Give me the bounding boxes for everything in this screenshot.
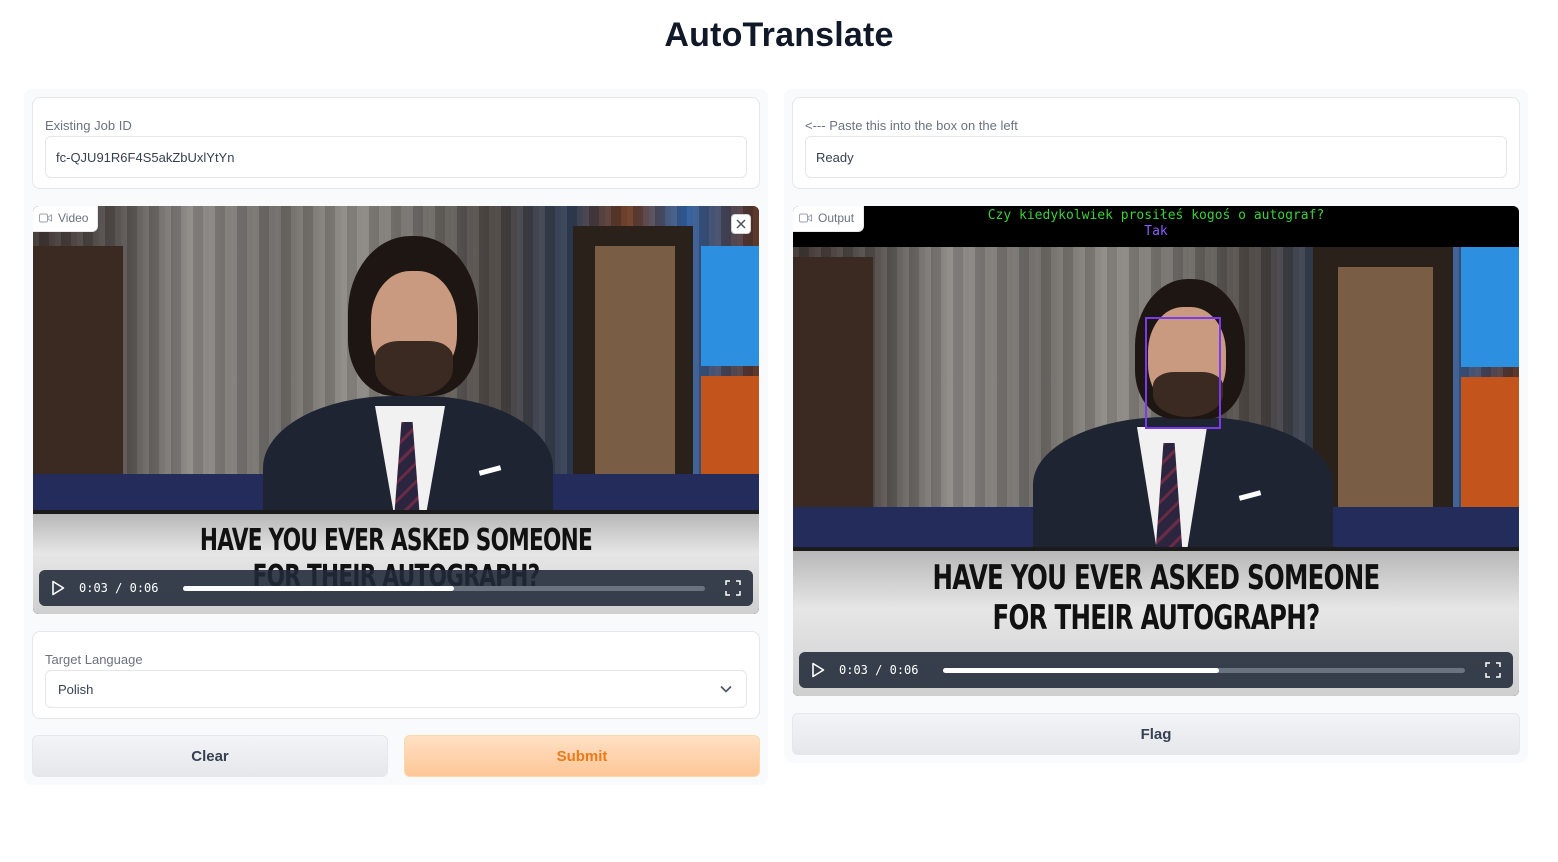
close-icon (736, 219, 746, 229)
output-tag-label: Output (818, 211, 855, 225)
video-tag-label: Video (58, 211, 89, 225)
video-tag: Video (33, 206, 99, 232)
target-language-label: Target Language (45, 652, 143, 667)
flag-button[interactable]: Flag (792, 713, 1520, 755)
video-time: 0:03 / 0:06 (79, 581, 159, 595)
video-frame: HAVE YOU EVER ASKED SOMEONE FOR THEIR AU… (33, 206, 759, 614)
banner-line-1: HAVE YOU EVER ASKED SOMEONE (199, 523, 593, 558)
status-label: <--- Paste this into the box on the left (805, 118, 1018, 133)
subtitle-translation: Czy kiedykolwiek prosiłeś kogoś o autogr… (987, 208, 1325, 223)
job-id-block: Existing Job ID fc-QJU91R6F4S5akZbUxlYtY… (32, 97, 760, 189)
target-language-dropdown[interactable]: Polish (45, 670, 747, 708)
video-camera-icon (39, 213, 52, 223)
target-language-block: Target Language Polish (32, 631, 760, 719)
video-controls: 0:03 / 0:06 (39, 570, 753, 606)
play-icon[interactable] (51, 580, 65, 596)
fullscreen-icon[interactable] (1485, 662, 1501, 678)
video-camera-icon (799, 213, 812, 223)
output-banner-line-1: HAVE YOU EVER ASKED SOMEONE (932, 558, 1380, 598)
clear-video-button[interactable] (731, 214, 751, 234)
output-video-frame: HAVE YOU EVER ASKED SOMEONE FOR THEIR AU… (793, 247, 1519, 696)
chevron-down-icon (720, 685, 732, 693)
output-video-controls: 0:03 / 0:06 (799, 652, 1513, 688)
input-column: Existing Job ID fc-QJU91R6F4S5akZbUxlYtY… (24, 89, 768, 785)
output-progress-fill (942, 667, 1220, 673)
target-language-value: Polish (58, 681, 94, 697)
output-banner-line-2: FOR THEIR AUTOGRAPH? (992, 598, 1320, 638)
job-id-input[interactable]: fc-QJU91R6F4S5akZbUxlYtYn (45, 136, 747, 178)
fullscreen-icon[interactable] (725, 580, 741, 596)
face-detection-box (1145, 317, 1221, 429)
job-id-label: Existing Job ID (45, 118, 132, 133)
output-video-player[interactable]: Output Czy kiedykolwiek prosiłeś kogoś o… (793, 206, 1519, 696)
output-progress-bar[interactable] (942, 667, 1465, 673)
status-block: <--- Paste this into the box on the left… (792, 97, 1520, 189)
output-video-time: 0:03 / 0:06 (839, 663, 919, 677)
status-output[interactable]: Ready (805, 136, 1507, 178)
video-progress-fill (182, 585, 455, 591)
video-progress-bar[interactable] (182, 585, 705, 591)
output-tag: Output (793, 206, 865, 232)
submit-button[interactable]: Submit (404, 735, 760, 777)
subtitle-speaker: Tak (1144, 224, 1168, 239)
output-column: <--- Paste this into the box on the left… (784, 89, 1528, 763)
page-title: AutoTranslate (664, 16, 894, 54)
clear-button[interactable]: Clear (32, 735, 388, 777)
input-video-player[interactable]: Video HAVE YOU EVER ASKED SOMEONE 0:03 /… (33, 206, 759, 614)
play-icon[interactable] (811, 662, 825, 678)
